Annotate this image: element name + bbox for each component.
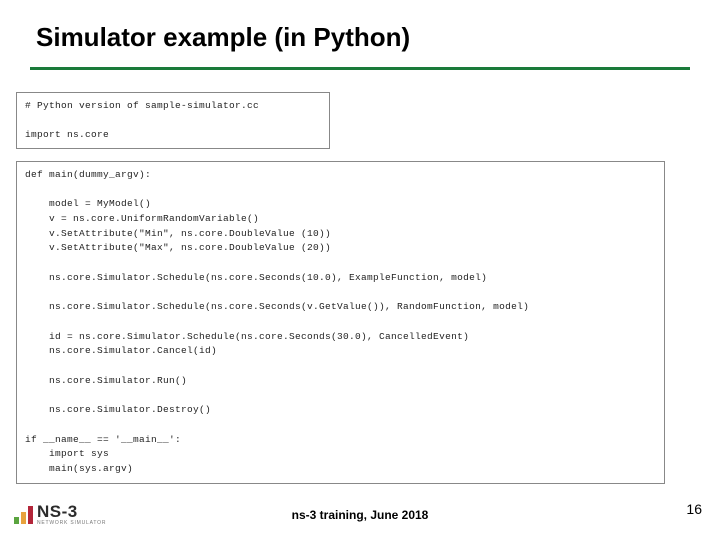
ns3-logo: NS-3 NETWORK SIMULATOR bbox=[14, 503, 106, 526]
slide: Simulator example (in Python) # Python v… bbox=[0, 0, 720, 540]
footer-caption: ns-3 training, June 2018 bbox=[0, 508, 720, 522]
code-block-main: def main(dummy_argv): model = MyModel() … bbox=[16, 161, 665, 484]
logo-bars-icon bbox=[14, 506, 33, 524]
slide-title: Simulator example (in Python) bbox=[36, 22, 690, 53]
logo-main-text: NS-3 bbox=[37, 503, 106, 520]
logo-sub-text: NETWORK SIMULATOR bbox=[37, 521, 106, 526]
code-block-imports: # Python version of sample-simulator.cc … bbox=[16, 92, 330, 149]
logo-text: NS-3 NETWORK SIMULATOR bbox=[37, 503, 106, 526]
page-number: 16 bbox=[686, 501, 702, 517]
slide-footer: NS-3 NETWORK SIMULATOR ns-3 training, Ju… bbox=[0, 503, 720, 526]
title-underline bbox=[30, 67, 690, 70]
